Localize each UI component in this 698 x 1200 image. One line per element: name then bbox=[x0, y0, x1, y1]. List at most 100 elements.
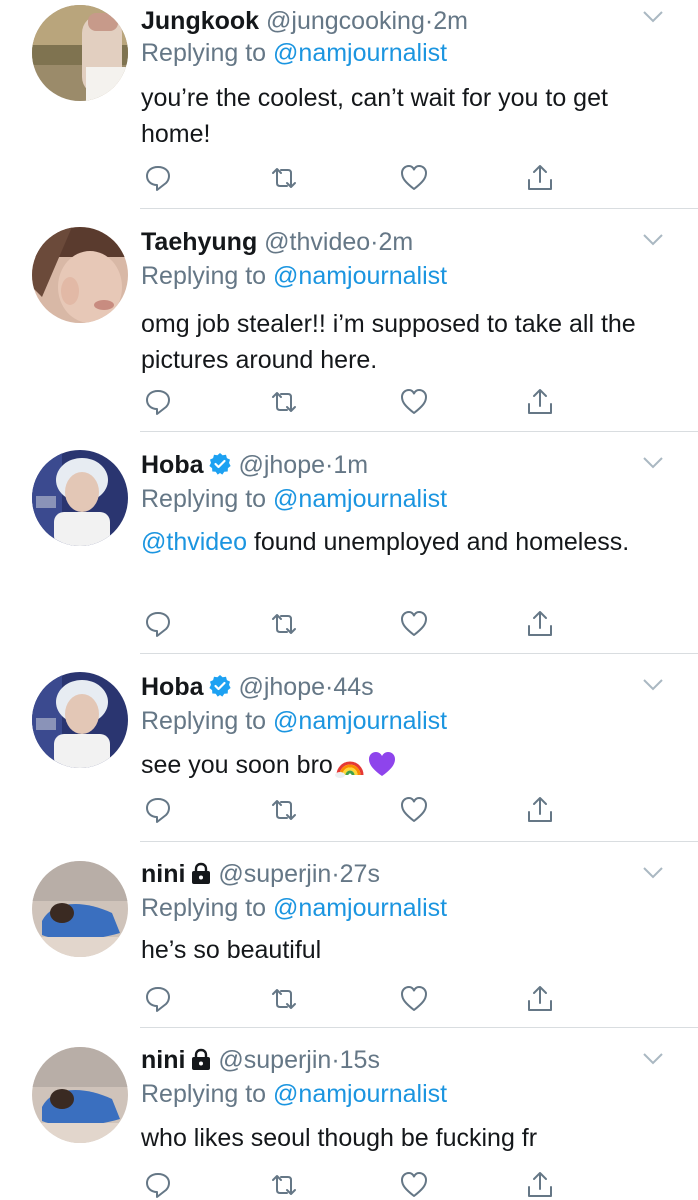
display-name[interactable]: Hoba bbox=[141, 673, 204, 701]
timestamp[interactable]: 44s bbox=[333, 673, 373, 701]
like-icon[interactable] bbox=[399, 387, 429, 417]
tweet[interactable]: Hoba @jhope·1m Replying to @namjournalis… bbox=[0, 432, 698, 654]
replying-to-label: Replying to bbox=[141, 894, 267, 922]
like-icon[interactable] bbox=[399, 984, 429, 1014]
tweet-header: nini @superjin·15s bbox=[141, 1042, 380, 1078]
tweet-text: who likes seoul though be fucking fr bbox=[141, 1124, 538, 1152]
tweet-text: @thvideo found unemployed and homeless. bbox=[141, 524, 671, 560]
replying-to-label: Replying to bbox=[141, 39, 267, 67]
username[interactable]: @jhope bbox=[238, 673, 325, 701]
timestamp[interactable]: 1m bbox=[333, 451, 368, 479]
tweet-header: Taehyung @thvideo·2m bbox=[141, 224, 413, 260]
username[interactable]: @superjin bbox=[218, 1046, 331, 1074]
separator: · bbox=[331, 860, 340, 888]
reply-icon[interactable] bbox=[143, 163, 173, 193]
display-name[interactable]: nini bbox=[141, 860, 185, 888]
tweet-text: you’re the coolest, can’t wait for you t… bbox=[141, 84, 608, 148]
avatar[interactable] bbox=[32, 227, 128, 323]
retweet-icon[interactable] bbox=[269, 984, 299, 1014]
reply-icon[interactable] bbox=[143, 609, 173, 639]
action-bar bbox=[141, 163, 561, 193]
action-bar bbox=[141, 609, 561, 639]
purple-heart-emoji bbox=[368, 752, 395, 776]
separator: · bbox=[370, 228, 379, 256]
retweet-icon[interactable] bbox=[269, 1170, 299, 1200]
chevron-down-icon[interactable] bbox=[642, 866, 664, 880]
tweet[interactable]: Hoba @jhope·44s Replying to @namjournali… bbox=[0, 654, 698, 842]
reply-thread: Jungkook @jungcooking·2m Replying to @na… bbox=[0, 0, 698, 1200]
reply-icon[interactable] bbox=[143, 1170, 173, 1200]
action-bar bbox=[141, 1170, 561, 1200]
separator: · bbox=[424, 7, 434, 35]
reply-mention-link[interactable]: @namjournalist bbox=[273, 1080, 447, 1108]
reply-mention-link[interactable]: @namjournalist bbox=[273, 894, 447, 922]
retweet-icon[interactable] bbox=[269, 795, 299, 825]
username[interactable]: @jungcooking bbox=[266, 7, 425, 35]
reply-mention-link[interactable]: @namjournalist bbox=[273, 39, 447, 67]
timestamp[interactable]: 2m bbox=[379, 228, 414, 256]
avatar[interactable] bbox=[32, 450, 128, 546]
reply-mention-link[interactable]: @namjournalist bbox=[273, 262, 447, 290]
action-bar bbox=[141, 984, 561, 1014]
verified-badge-icon bbox=[208, 453, 231, 475]
like-icon[interactable] bbox=[399, 609, 429, 639]
tweet[interactable]: nini @superjin·15s Replying to @namjourn… bbox=[0, 1028, 698, 1200]
like-icon[interactable] bbox=[399, 795, 429, 825]
timestamp[interactable]: 15s bbox=[340, 1046, 380, 1074]
share-icon[interactable] bbox=[525, 163, 555, 193]
avatar[interactable] bbox=[32, 672, 128, 768]
share-icon[interactable] bbox=[525, 387, 555, 417]
like-icon[interactable] bbox=[399, 163, 429, 193]
share-icon[interactable] bbox=[525, 609, 555, 639]
timestamp[interactable]: 2m bbox=[433, 7, 468, 35]
retweet-icon[interactable] bbox=[269, 387, 299, 417]
tweet-text: he’s so beautiful bbox=[141, 936, 322, 964]
verified-badge-icon bbox=[208, 675, 231, 697]
chevron-down-icon[interactable] bbox=[642, 456, 664, 470]
chevron-down-icon[interactable] bbox=[642, 233, 664, 247]
reply-icon[interactable] bbox=[143, 795, 173, 825]
display-name[interactable]: nini bbox=[141, 1046, 185, 1074]
reply-mention-link[interactable]: @namjournalist bbox=[273, 707, 447, 735]
retweet-icon[interactable] bbox=[269, 163, 299, 193]
reply-icon[interactable] bbox=[143, 387, 173, 417]
share-icon[interactable] bbox=[525, 795, 555, 825]
username[interactable]: @thvideo bbox=[264, 228, 370, 256]
share-icon[interactable] bbox=[525, 984, 555, 1014]
display-name[interactable]: Taehyung bbox=[141, 228, 257, 256]
lock-icon bbox=[192, 862, 211, 884]
avatar[interactable] bbox=[32, 861, 128, 957]
avatar[interactable] bbox=[32, 1047, 128, 1143]
replying-to-label: Replying to bbox=[141, 485, 267, 513]
share-icon[interactable] bbox=[525, 1170, 555, 1200]
tweet-header: Hoba @jhope·1m bbox=[141, 447, 368, 483]
username[interactable]: @superjin bbox=[218, 860, 331, 888]
retweet-icon[interactable] bbox=[269, 609, 299, 639]
timestamp[interactable]: 27s bbox=[340, 860, 380, 888]
reply-icon[interactable] bbox=[143, 984, 173, 1014]
replying-to-label: Replying to bbox=[141, 262, 267, 290]
lock-icon bbox=[192, 1048, 211, 1070]
tweet-text: see you soon bro bbox=[141, 747, 671, 783]
tweet[interactable]: Jungkook @jungcooking·2m Replying to @na… bbox=[0, 0, 698, 209]
like-icon[interactable] bbox=[399, 1170, 429, 1200]
action-bar bbox=[141, 795, 561, 825]
username[interactable]: @jhope bbox=[238, 451, 325, 479]
replying-to: Replying to @namjournalist bbox=[141, 35, 447, 71]
tweet-header: Hoba @jhope·44s bbox=[141, 669, 374, 705]
replying-to: Replying to @namjournalist bbox=[141, 1076, 447, 1112]
chevron-down-icon[interactable] bbox=[642, 678, 664, 692]
replying-to: Replying to @namjournalist bbox=[141, 481, 447, 517]
tweet-text-content: found unemployed and homeless. bbox=[247, 528, 630, 556]
reply-mention-link[interactable]: @namjournalist bbox=[273, 485, 447, 513]
replying-to: Replying to @namjournalist bbox=[141, 890, 447, 926]
text-mention-link[interactable]: @thvideo bbox=[141, 528, 247, 556]
chevron-down-icon[interactable] bbox=[642, 10, 664, 24]
chevron-down-icon[interactable] bbox=[642, 1052, 664, 1066]
display-name[interactable]: Jungkook bbox=[141, 7, 259, 35]
avatar[interactable] bbox=[32, 5, 128, 101]
tweet[interactable]: nini @superjin·27s Replying to @namjourn… bbox=[0, 842, 698, 1028]
replying-to: Replying to @namjournalist bbox=[141, 258, 447, 294]
display-name[interactable]: Hoba bbox=[141, 451, 204, 479]
tweet[interactable]: Taehyung @thvideo·2m Replying to @namjou… bbox=[0, 209, 698, 432]
